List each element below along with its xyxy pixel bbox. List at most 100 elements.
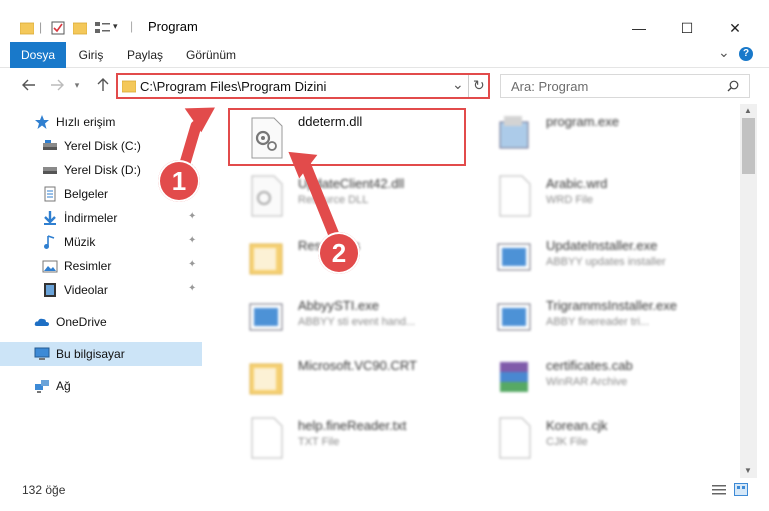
sidebar-item-downloads[interactable]: İndirmeler ✦ <box>0 206 202 230</box>
file-name: Microsoft.VC90.CRT <box>298 358 417 373</box>
sidebar-item-onedrive[interactable]: OneDrive <box>0 310 202 334</box>
properties-icon[interactable] <box>51 20 65 36</box>
file-item[interactable]: AbbyySTI.exe ABBYY sti event hand... <box>230 288 475 348</box>
refresh-icon[interactable]: ↻ <box>473 77 485 94</box>
arrow-right-icon <box>51 79 64 91</box>
pictures-icon <box>42 260 58 273</box>
up-button[interactable] <box>92 74 114 96</box>
separator: | <box>130 19 134 33</box>
file-item[interactable]: TrigrammsInstaller.exe ABBY finereader t… <box>478 288 723 348</box>
close-button[interactable]: ✕ <box>712 14 758 42</box>
sidebar-item-label: Yerel Disk (D:) <box>64 163 141 177</box>
sidebar-item-label: Videolar <box>64 283 108 297</box>
file-name: help.fineReader.txt <box>298 418 407 433</box>
title-bar: | ▾ | Program — ☐ ✕ <box>0 0 769 42</box>
window-title: Program <box>148 19 198 34</box>
sidebar-item-label: Yerel Disk (C:) <box>64 139 141 153</box>
sidebar-item-disk-c[interactable]: Yerel Disk (C:) ✦ <box>0 134 202 158</box>
pin-icon[interactable]: ✦ <box>188 283 196 294</box>
expand-ribbon-chevron-icon[interactable]: ⌄ <box>718 44 730 61</box>
file-icon <box>251 417 283 459</box>
star-icon <box>35 115 49 129</box>
file-item[interactable]: UpdateClient42.dll Resource DLL <box>230 166 475 226</box>
address-path[interactable]: C:\Program Files\Program Dizini <box>140 79 326 94</box>
file-item[interactable]: Arabic.wrd WRD File <box>478 166 723 226</box>
disk-icon <box>43 140 57 150</box>
sidebar-item-pictures[interactable]: Resimler ✦ <box>0 254 202 278</box>
exe-icon <box>499 116 529 149</box>
details-view-icon[interactable] <box>712 484 726 496</box>
sidebar-item-music[interactable]: Müzik ✦ <box>0 230 202 254</box>
tab-share[interactable]: Paylaş <box>122 42 168 68</box>
sidebar-item-this-pc[interactable]: Bu bilgisayar <box>0 342 202 366</box>
file-item[interactable]: help.fineReader.txt TXT File <box>230 408 475 468</box>
dll-settings-icon <box>251 175 283 217</box>
search-box[interactable]: Ara: Program <box>500 74 750 98</box>
file-name: Korean.cjk <box>546 418 608 433</box>
pin-icon[interactable]: ✦ <box>188 259 196 270</box>
sidebar-item-label: İndirmeler <box>64 211 118 225</box>
tab-home[interactable]: Giriş <box>72 42 110 68</box>
file-type: Resource DLL <box>298 194 369 206</box>
folder-icon <box>249 243 283 275</box>
status-bar: 132 öğe <box>0 478 769 502</box>
disk-icon <box>43 167 57 174</box>
sidebar-item-network[interactable]: Ağ <box>0 374 202 398</box>
tab-file[interactable]: Dosya <box>10 42 66 68</box>
scroll-up-chevron-icon[interactable]: ▲ <box>744 106 752 115</box>
folder-icon[interactable] <box>20 20 34 36</box>
annotation-callout-1: 1 <box>158 160 200 202</box>
sidebar-item-videos[interactable]: Videolar ✦ <box>0 278 202 302</box>
sidebar-item-label: Ağ <box>56 379 71 393</box>
file-type: WinRAR Archive <box>546 376 628 388</box>
pin-icon[interactable]: ✦ <box>188 235 196 246</box>
search-input[interactable]: Ara: Program <box>511 79 588 94</box>
file-item[interactable]: UpdateInstaller.exe ABBYY updates instal… <box>478 228 723 288</box>
file-icon <box>499 175 531 217</box>
pin-icon[interactable]: ✦ <box>188 211 196 222</box>
tab-view[interactable]: Görünüm <box>180 42 242 68</box>
address-dropdown-chevron-icon[interactable]: ⌄ <box>452 76 464 93</box>
view-options-icon[interactable] <box>95 20 111 36</box>
scroll-down-chevron-icon[interactable]: ▼ <box>744 466 752 475</box>
minimize-button[interactable]: — <box>616 14 662 42</box>
scrollbar-thumb[interactable] <box>742 118 755 174</box>
computer-icon <box>34 347 50 360</box>
file-item[interactable]: certificates.cab WinRAR Archive <box>478 348 723 408</box>
winrar-archive-icon <box>500 362 528 392</box>
folder-icon <box>249 363 283 395</box>
large-icons-view-icon[interactable] <box>734 483 748 496</box>
recent-locations-chevron-icon[interactable]: ▾ <box>70 74 84 96</box>
separator: | <box>39 20 43 34</box>
sidebar-item-quick-access[interactable]: Hızlı erişim <box>0 110 202 134</box>
file-item[interactable]: program.exe <box>478 104 723 164</box>
customize-toolbar-chevron-icon[interactable]: ▾ <box>113 21 118 32</box>
installer-icon <box>497 243 531 271</box>
sidebar-item-label: Resimler <box>64 259 112 273</box>
file-item[interactable]: Korean.cjk CJK File <box>478 408 723 468</box>
installer-icon <box>249 303 283 331</box>
maximize-button[interactable]: ☐ <box>664 14 710 42</box>
search-icon[interactable] <box>727 80 739 92</box>
file-highlight-box <box>228 108 466 166</box>
file-name: certificates.cab <box>546 358 633 373</box>
file-item[interactable]: Microsoft.VC90.CRT <box>230 348 475 408</box>
file-icon <box>499 417 531 459</box>
new-folder-icon[interactable] <box>73 20 87 36</box>
file-type: ABBYY updates installer <box>546 256 666 268</box>
arrow-left-icon <box>22 79 35 91</box>
file-name: TrigrammsInstaller.exe <box>546 298 677 313</box>
address-bar[interactable]: C:\Program Files\Program Dizini ⌄ ↻ <box>116 73 490 99</box>
file-type: WRD File <box>546 194 594 206</box>
installer-icon <box>497 303 531 331</box>
help-icon[interactable]: ? <box>739 47 753 61</box>
sidebar-item-label: Müzik <box>64 235 96 249</box>
forward-button[interactable] <box>46 74 68 96</box>
file-name: UpdateInstaller.exe <box>546 238 658 253</box>
pin-icon[interactable]: ✦ <box>188 139 196 150</box>
download-icon <box>44 211 56 225</box>
sidebar-item-label: Hızlı erişim <box>56 115 116 129</box>
music-icon <box>44 235 55 249</box>
arrow-up-icon <box>97 78 109 91</box>
back-button[interactable] <box>18 74 40 96</box>
